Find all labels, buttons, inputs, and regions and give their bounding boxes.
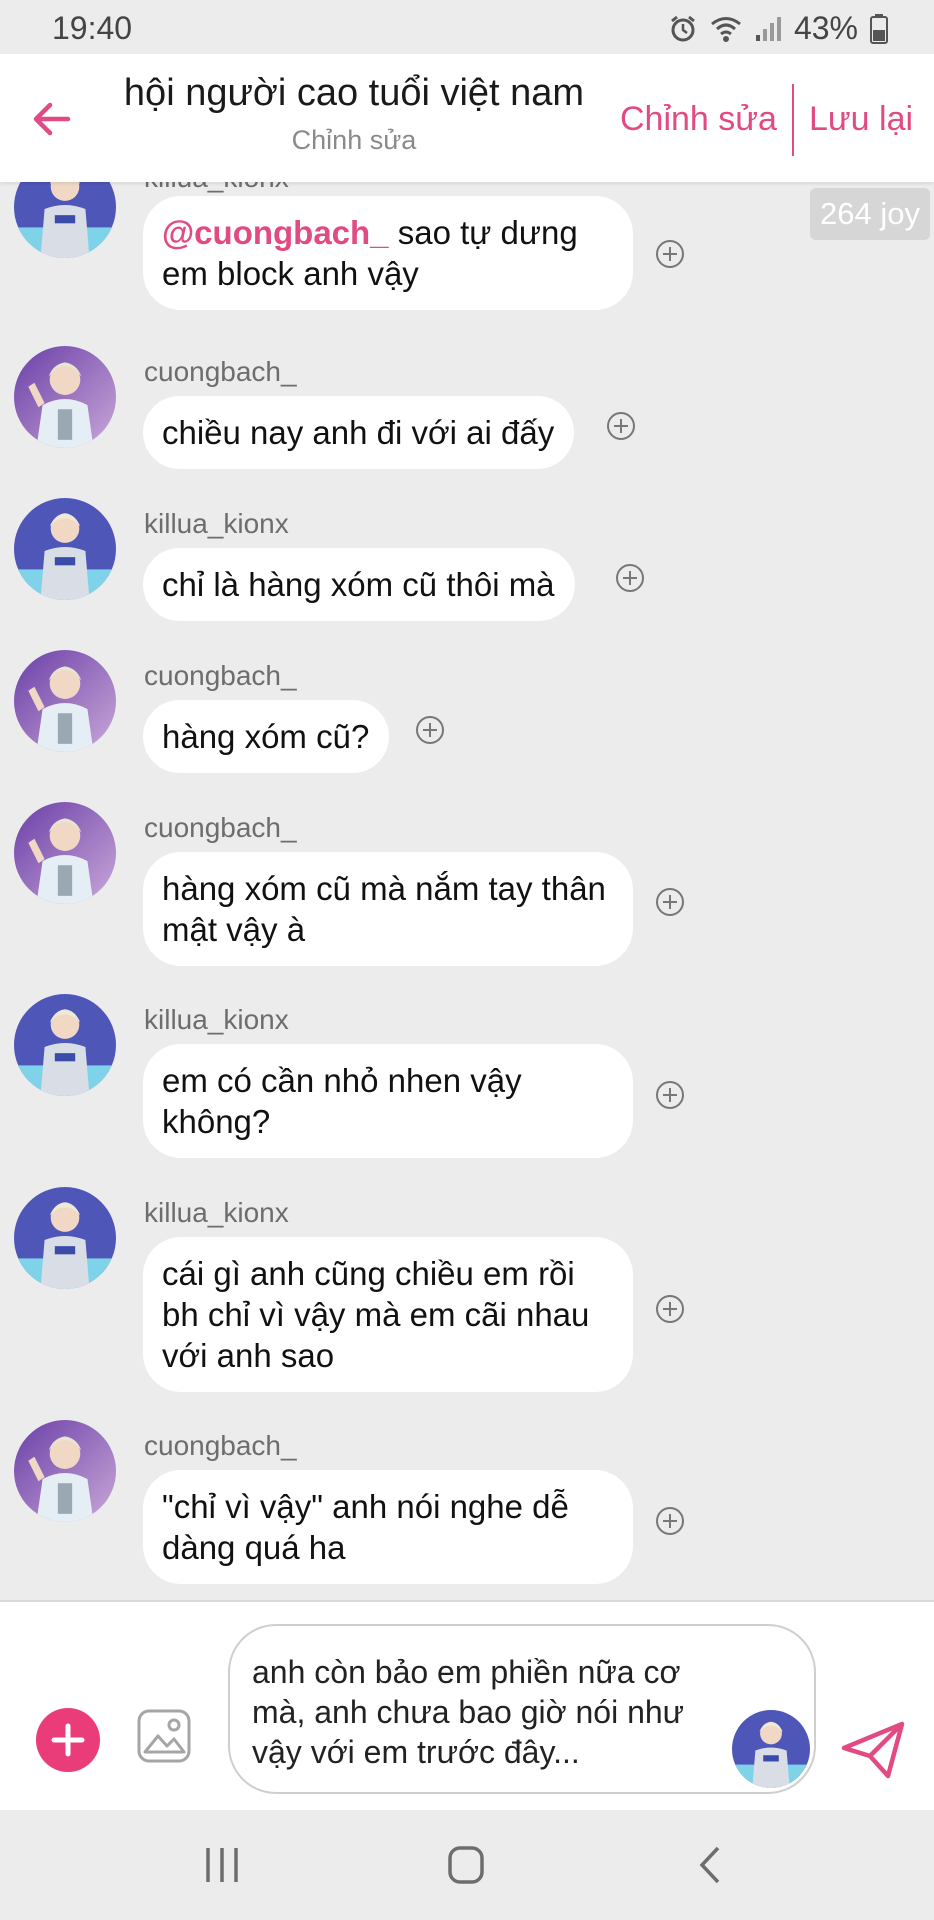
- avatar[interactable]: [14, 346, 116, 448]
- plus-circle-icon[interactable]: [655, 1294, 685, 1324]
- plus-circle-icon[interactable]: [655, 1506, 685, 1536]
- signal-icon: [754, 15, 782, 43]
- message-username: cuongbach_: [144, 660, 297, 691]
- plus-circle-icon[interactable]: [655, 239, 685, 269]
- home-icon: [448, 1846, 484, 1884]
- message-input-value: anh còn bảo em phiền nữa cơ mà, anh chưa…: [252, 1654, 685, 1770]
- system-back-button[interactable]: [680, 1840, 740, 1890]
- message-text: hàng xóm cũ?: [162, 718, 370, 755]
- message-username: killua_kionx: [144, 1004, 289, 1035]
- message-composer: anh còn bảo em phiền nữa cơ mà, anh chưa…: [0, 1600, 934, 1810]
- avatar[interactable]: [14, 802, 116, 904]
- message-text: "chỉ vì vậy" anh nói nghe dễ dàng quá ha: [162, 1488, 569, 1566]
- image-icon: [137, 1709, 191, 1763]
- back-button[interactable]: [26, 94, 76, 144]
- chat-message-list[interactable]: 264 joy killua_kionx @cuongbach_ sao tự …: [0, 182, 934, 1600]
- edit-button[interactable]: Chỉnh sửa: [620, 100, 777, 139]
- chat-header: hội người cao tuổi việt nam Chỉnh sửa Ch…: [0, 54, 934, 182]
- message-bubble[interactable]: hàng xóm cũ?: [143, 700, 390, 773]
- message-bubble[interactable]: @cuongbach_ sao tự dưng em block anh vậy: [143, 196, 633, 310]
- chevron-left-icon: [699, 1846, 720, 1884]
- status-bar: 19:40 43%: [0, 0, 934, 54]
- image-picker-button[interactable]: [136, 1708, 192, 1764]
- message-bubble[interactable]: cái gì anh cũng chiều em rồi bh chỉ vì v…: [143, 1237, 633, 1392]
- recents-button[interactable]: [192, 1840, 252, 1890]
- message-bubble[interactable]: "chỉ vì vậy" anh nói nghe dễ dàng quá ha: [143, 1470, 633, 1584]
- sender-avatar[interactable]: [732, 1710, 810, 1788]
- message-bubble[interactable]: chỉ là hàng xóm cũ thôi mà: [143, 548, 575, 621]
- page-title: hội người cao tuổi việt nam: [123, 72, 585, 114]
- message-text: chỉ là hàng xóm cũ thôi mà: [162, 566, 555, 603]
- battery-icon: [870, 13, 888, 44]
- arrow-left-icon: [33, 102, 71, 136]
- system-nav-bar: [0, 1810, 934, 1920]
- joy-badge: 264 joy: [810, 188, 930, 240]
- message-username: cuongbach_: [144, 812, 297, 843]
- avatar[interactable]: [14, 650, 116, 752]
- avatar[interactable]: [14, 182, 116, 258]
- wifi-icon: [710, 15, 742, 43]
- page-subtitle: Chỉnh sửa: [291, 125, 417, 155]
- recents-icon: [206, 1848, 238, 1882]
- avatar[interactable]: [14, 498, 116, 600]
- add-attachment-button[interactable]: [36, 1708, 100, 1772]
- plus-circle-icon[interactable]: [655, 887, 685, 917]
- header-divider: [792, 84, 794, 156]
- message-text: cái gì anh cũng chiều em rồi bh chỉ vì v…: [162, 1255, 590, 1374]
- plus-icon: [51, 1723, 85, 1757]
- send-button[interactable]: [840, 1720, 906, 1780]
- message-username: killua_kionx: [144, 508, 289, 539]
- message-bubble[interactable]: em có cần nhỏ nhen vậy không?: [143, 1044, 633, 1158]
- plus-circle-icon[interactable]: [606, 411, 636, 441]
- avatar[interactable]: [14, 1420, 116, 1522]
- message-username: killua_kionx: [144, 182, 289, 194]
- avatar[interactable]: [14, 1187, 116, 1289]
- home-button[interactable]: [436, 1840, 496, 1890]
- message-username: killua_kionx: [144, 1197, 289, 1228]
- message-text: chiều nay anh đi với ai đấy: [162, 414, 555, 451]
- alarm-icon: [668, 14, 698, 44]
- plus-circle-icon[interactable]: [655, 1080, 685, 1110]
- avatar[interactable]: [14, 994, 116, 1096]
- save-button[interactable]: Lưu lại: [809, 100, 913, 139]
- plus-circle-icon[interactable]: [615, 563, 645, 593]
- message-username: cuongbach_: [144, 356, 297, 387]
- battery-level: 43%: [793, 10, 858, 46]
- message-input[interactable]: anh còn bảo em phiền nữa cơ mà, anh chưa…: [228, 1624, 816, 1794]
- status-icons: 43%: [668, 10, 888, 47]
- mention-link[interactable]: @cuongbach_: [162, 214, 389, 251]
- status-time: 19:40: [52, 10, 133, 46]
- plus-circle-icon[interactable]: [415, 715, 445, 745]
- message-text: hàng xóm cũ mà nắm tay thân mật vậy à: [162, 870, 606, 948]
- message-username: cuongbach_: [144, 1430, 297, 1461]
- message-bubble[interactable]: hàng xóm cũ mà nắm tay thân mật vậy à: [143, 852, 633, 966]
- paper-plane-icon: [841, 1721, 905, 1779]
- message-text: em có cần nhỏ nhen vậy không?: [162, 1062, 522, 1140]
- message-bubble[interactable]: chiều nay anh đi với ai đấy: [143, 396, 575, 469]
- title-block: hội người cao tuổi việt nam Chỉnh sửa: [100, 72, 608, 156]
